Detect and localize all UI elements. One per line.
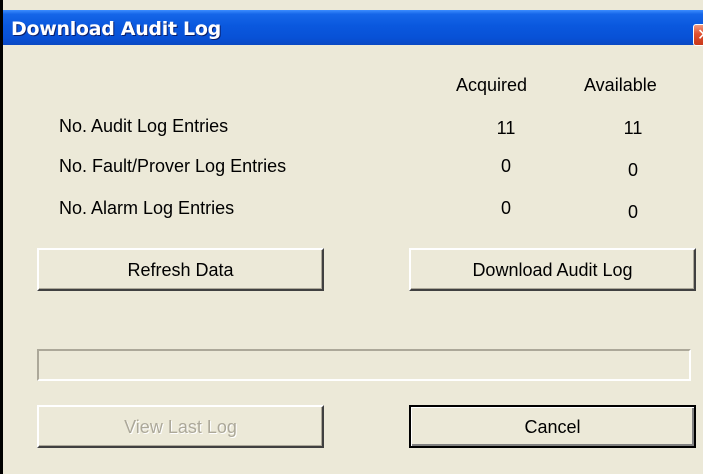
- close-icon[interactable]: ✕: [693, 24, 703, 46]
- window-title: Download Audit Log: [11, 18, 221, 40]
- refresh-data-button[interactable]: Refresh Data: [37, 248, 324, 291]
- audit-log-acquired-value: 11: [496, 118, 516, 138]
- download-audit-log-dialog: Download Audit Log ✕ Acquired Available …: [3, 0, 703, 474]
- download-audit-log-button[interactable]: Download Audit Log: [409, 248, 696, 291]
- fault-prover-log-entries-label: No. Fault/Prover Log Entries: [59, 156, 287, 176]
- alarm-log-acquired-value: 0: [500, 198, 511, 218]
- view-last-log-button[interactable]: View Last Log: [37, 405, 324, 448]
- available-column-header: Available: [584, 75, 657, 95]
- audit-log-available-value: 11: [623, 118, 643, 138]
- fault-prover-log-available-value: 0: [627, 160, 638, 180]
- audit-log-entries-label: No. Audit Log Entries: [59, 116, 229, 136]
- download-progress-bar: [37, 349, 691, 381]
- acquired-column-header: Acquired: [456, 75, 528, 95]
- cancel-button[interactable]: Cancel: [409, 405, 696, 448]
- title-bar[interactable]: Download Audit Log ✕: [3, 10, 703, 46]
- alarm-log-entries-label: No. Alarm Log Entries: [59, 198, 235, 218]
- alarm-log-available-value: 0: [627, 202, 638, 222]
- fault-prover-log-acquired-value: 0: [500, 156, 511, 176]
